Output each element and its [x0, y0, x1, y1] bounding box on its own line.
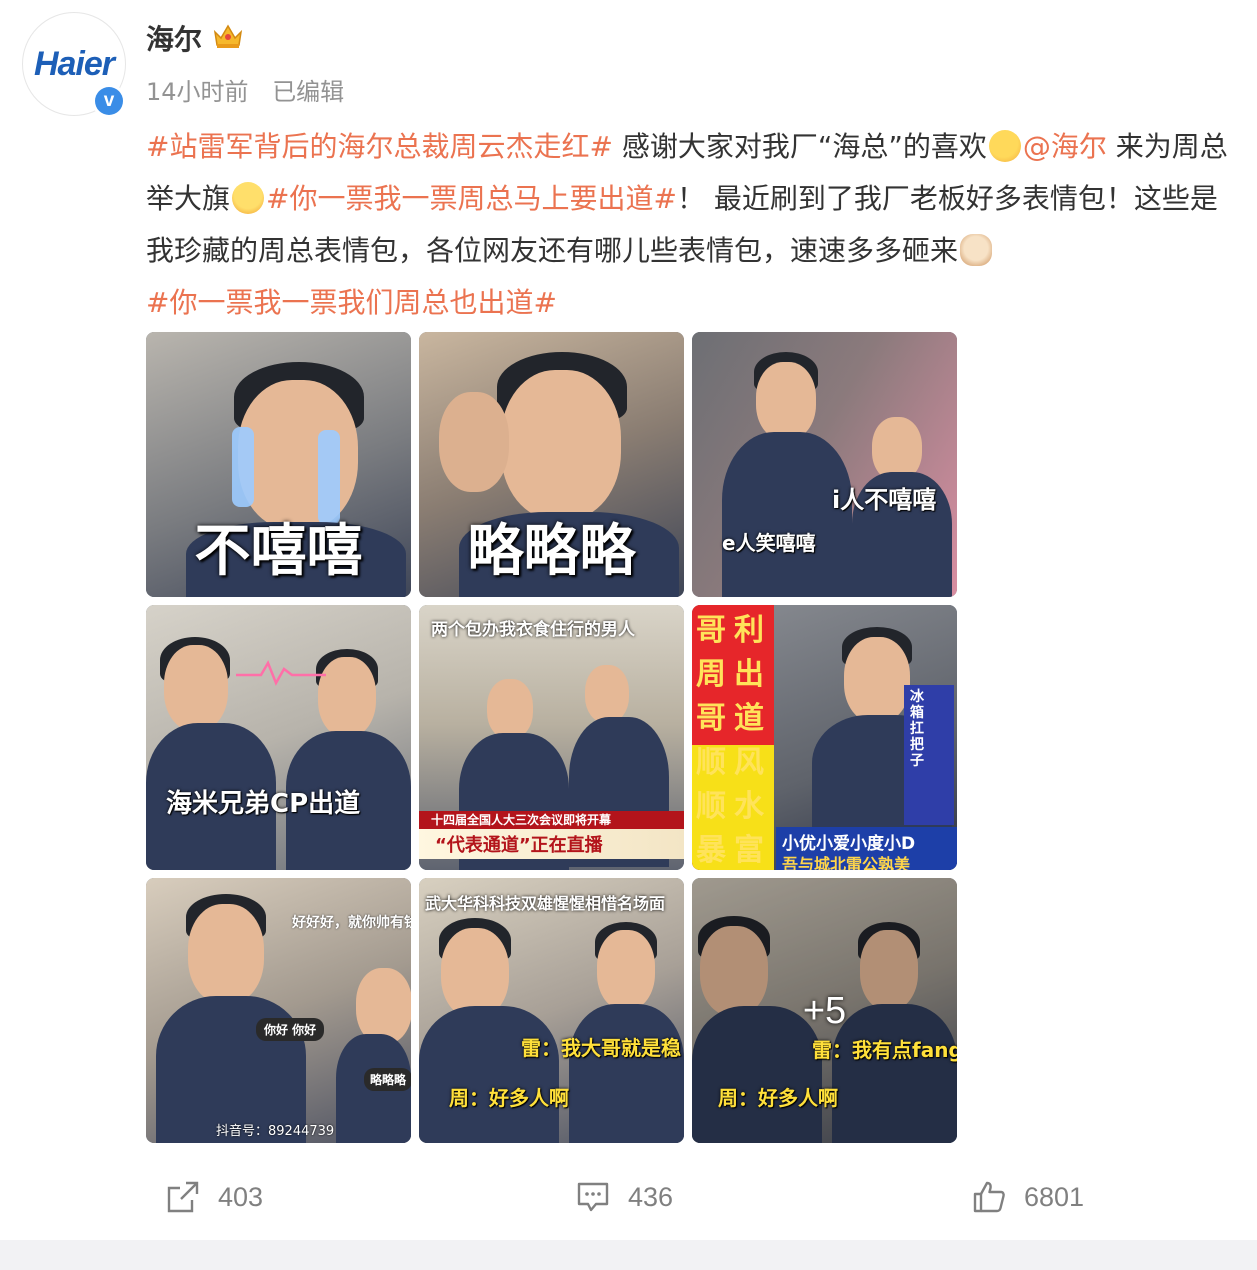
text-segment: 感谢大家对我厂“海总”的喜欢	[612, 130, 987, 163]
side-caption: 冰箱扛把子	[910, 689, 924, 769]
share-icon	[167, 1181, 199, 1213]
post-image-2[interactable]: 略略略	[419, 332, 684, 597]
crown-icon	[213, 24, 243, 48]
share-button[interactable]: 403	[166, 1180, 263, 1214]
post-image-3[interactable]: i人不嘻嘻 e人笑嘻嘻	[692, 332, 957, 597]
image-caption: 武大华科科技双雄惺惺相惜名场面	[425, 894, 666, 913]
subtitle-line: 雷：我大哥就是稳	[521, 1036, 681, 1060]
feed-separator	[0, 1240, 1257, 1270]
like-count: 6801	[1024, 1181, 1085, 1212]
image-grid: 不嘻嘻 略略略 i人不嘻嘻 e人笑嘻嘻 海米兄弟CP出道 两个包办我衣食住行的男…	[146, 332, 958, 1144]
hashtag-link[interactable]: #你一票我一票我们周总也出道#	[146, 286, 557, 319]
share-count: 403	[218, 1181, 264, 1212]
subtitle-line: 雷：我有点fang	[812, 1038, 957, 1062]
watermark: 抖音号：89244739	[216, 1124, 335, 1139]
action-bar: 403 436 6801	[0, 1176, 1257, 1224]
post-image-6[interactable]: 哥周哥顺顺暴暴 利出道风水富美 冰箱扛把子 小优小爱小度小D 吾与城北雷公孰美	[692, 605, 957, 870]
subtitle-line: 周：好多人啊	[449, 1086, 569, 1110]
image-caption: 两个包办我衣食住行的男人	[431, 620, 635, 640]
post-image-5[interactable]: 两个包办我衣食住行的男人 十四届全国人大三次会议即将开幕 “代表通道”正在直播	[419, 605, 684, 870]
post-image-1[interactable]: 不嘻嘻	[146, 332, 411, 597]
author-name[interactable]: 海尔	[146, 18, 202, 58]
comment-button[interactable]: 436	[576, 1180, 673, 1214]
couplet-right: 利出道风水富美	[734, 613, 764, 868]
subtitle-line: 周：好多人啊	[718, 1086, 838, 1110]
post-meta: 14小时前 已编辑	[146, 72, 360, 107]
speech-bubble: 略略略	[364, 1068, 411, 1091]
post-time[interactable]: 14小时前	[146, 78, 249, 106]
haier-logo: Haier	[33, 44, 115, 83]
like-button[interactable]: 6801	[972, 1180, 1084, 1214]
hashtag-link[interactable]: #你一票我一票周总马上要出道#	[266, 182, 677, 215]
broadcast-banner: “代表通道”正在直播	[435, 835, 603, 856]
shocked-emoji-icon	[232, 182, 265, 214]
image-caption: i人不嘻嘻	[832, 486, 937, 514]
mention-link[interactable]: @海尔	[1023, 130, 1107, 163]
hashtag-link[interactable]: #站雷军背后的海尔总裁周云杰走红#	[146, 130, 613, 163]
post-image-8[interactable]: 武大华科科技双雄惺惺相惜名场面 雷：我大哥就是稳 周：好多人啊	[419, 878, 684, 1143]
speech-bubble: 好好好，就你帅有钱	[292, 915, 411, 931]
post-image-7[interactable]: 好好好，就你帅有钱 你好 你好 略略略 抖音号：89244739	[146, 878, 411, 1143]
image-caption: 不嘻嘻	[194, 519, 363, 584]
broadcast-banner: 十四届全国人大三次会议即将开幕	[431, 813, 612, 827]
thumbs-up-icon	[973, 1181, 1005, 1213]
verified-badge-icon: v	[92, 84, 126, 118]
image-caption: 略略略	[467, 519, 636, 584]
edited-label[interactable]: 已编辑	[272, 78, 344, 106]
speech-bubble: 你好 你好	[256, 1018, 325, 1041]
more-images-count[interactable]: +5	[692, 990, 957, 1033]
image-caption: 海米兄弟CP出道	[166, 789, 361, 819]
cat-emoji-icon	[960, 234, 993, 266]
post-image-9[interactable]: +5 雷：我有点fang 周：好多人啊	[692, 878, 957, 1143]
bottom-caption: 吾与城北雷公孰美	[782, 855, 911, 870]
comment-count: 436	[628, 1181, 674, 1212]
image-caption: e人笑嘻嘻	[722, 531, 816, 555]
post-text: #站雷军背后的海尔总裁周云杰走红# 感谢大家对我厂“海总”的喜欢 @海尔 来为周总…	[146, 121, 1236, 329]
post-image-4[interactable]: 海米兄弟CP出道	[146, 605, 411, 870]
comment-icon	[577, 1182, 609, 1212]
blush-emoji-icon	[988, 130, 1021, 162]
heartbeat-icon	[236, 660, 326, 686]
couplet-left: 哥周哥顺顺暴暴	[696, 613, 726, 868]
